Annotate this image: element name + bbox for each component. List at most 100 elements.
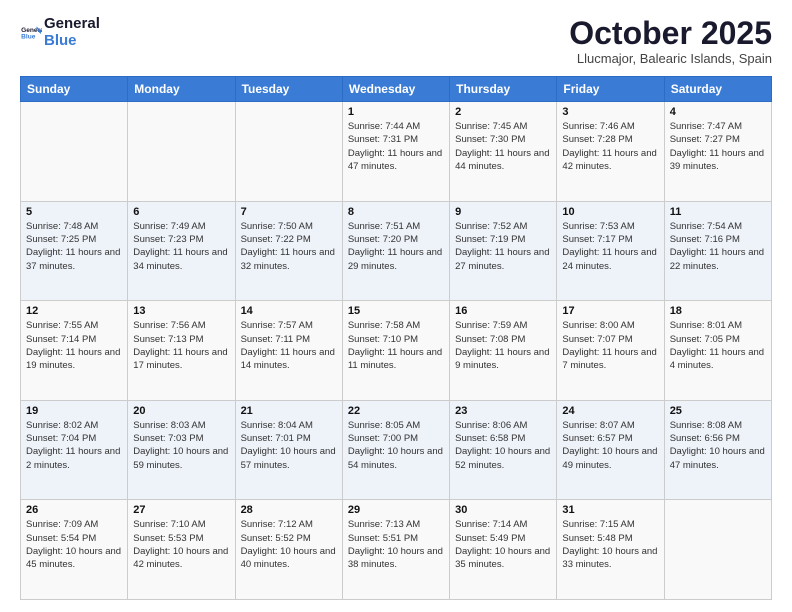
day-cell-31: 31Sunrise: 7:15 AM Sunset: 5:48 PM Dayli…	[557, 500, 664, 600]
day-info: Sunrise: 7:46 AM Sunset: 7:28 PM Dayligh…	[562, 120, 658, 173]
day-cell-15: 15 Sunrise: 7:58 AM Sunset: 7:10 PM Dayli…	[342, 301, 449, 401]
day-number: 15	[348, 305, 444, 317]
day-number: 14	[241, 305, 337, 317]
day-info: Sunrise: 7:44 AM Sunset: 7:31 PM Dayligh…	[348, 120, 444, 173]
day-info: Sunrise: 7:14 AM Sunset: 5:49 PM Dayligh…	[455, 518, 551, 571]
weekday-header-tuesday: Tuesday	[235, 77, 342, 102]
day-info: Sunrise: 7:56 AM Sunset: 7:13 PM Dayligh…	[133, 319, 229, 372]
weekday-header-friday: Friday	[557, 77, 664, 102]
day-number: 11	[670, 206, 766, 218]
day-number: 4	[670, 106, 766, 118]
day-cell-3: 3Sunrise: 7:46 AM Sunset: 7:28 PM Daylig…	[557, 102, 664, 202]
weekday-header-saturday: Saturday	[664, 77, 771, 102]
day-number: 2	[455, 106, 551, 118]
day-info: Sunrise: 7:58 AM Sunset: 7:10 PM Dayligh…	[348, 319, 444, 372]
day-number: 1	[348, 106, 444, 118]
empty-cell	[21, 102, 128, 202]
day-info: Sunrise: 7:45 AM Sunset: 7:30 PM Dayligh…	[455, 120, 551, 173]
day-cell-28: 28 Sunrise: 7:12 AM Sunset: 5:52 PM Dayli…	[235, 500, 342, 600]
calendar-table: SundayMondayTuesdayWednesdayThursdayFrid…	[20, 76, 772, 600]
day-cell-2: 2 Sunrise: 7:45 AM Sunset: 7:30 PM Daylig…	[450, 102, 557, 202]
day-info: Sunrise: 8:06 AM Sunset: 6:58 PM Dayligh…	[455, 419, 551, 472]
logo-general-text: General	[44, 16, 100, 33]
day-info: Sunrise: 7:12 AM Sunset: 5:52 PM Dayligh…	[241, 518, 337, 571]
day-info: Sunrise: 7:09 AM Sunset: 5:54 PM Dayligh…	[26, 518, 122, 571]
day-number: 28	[241, 504, 337, 516]
day-info: Sunrise: 8:01 AM Sunset: 7:05 PM Dayligh…	[670, 319, 766, 372]
day-info: Sunrise: 8:04 AM Sunset: 7:01 PM Dayligh…	[241, 419, 337, 472]
header: General Blue General Blue October 2025 L…	[20, 16, 772, 66]
svg-text:Blue: Blue	[21, 33, 36, 40]
day-cell-22: 22 Sunrise: 8:05 AM Sunset: 7:00 PM Dayli…	[342, 400, 449, 500]
day-cell-20: 20 Sunrise: 8:03 AM Sunset: 7:03 PM Dayli…	[128, 400, 235, 500]
day-cell-9: 9 Sunrise: 7:52 AM Sunset: 7:19 PM Daylig…	[450, 201, 557, 301]
day-number: 24	[562, 405, 658, 417]
location: Llucmajor, Balearic Islands, Spain	[569, 51, 772, 66]
day-number: 13	[133, 305, 229, 317]
day-number: 9	[455, 206, 551, 218]
empty-cell	[235, 102, 342, 202]
week-row-5: 26Sunrise: 7:09 AM Sunset: 5:54 PM Dayli…	[21, 500, 772, 600]
day-number: 5	[26, 206, 122, 218]
day-cell-8: 8 Sunrise: 7:51 AM Sunset: 7:20 PM Daylig…	[342, 201, 449, 301]
page: General Blue General Blue October 2025 L…	[0, 0, 792, 612]
day-info: Sunrise: 8:03 AM Sunset: 7:03 PM Dayligh…	[133, 419, 229, 472]
day-info: Sunrise: 7:54 AM Sunset: 7:16 PM Dayligh…	[670, 220, 766, 273]
day-cell-30: 30 Sunrise: 7:14 AM Sunset: 5:49 PM Dayli…	[450, 500, 557, 600]
day-number: 20	[133, 405, 229, 417]
day-cell-26: 26Sunrise: 7:09 AM Sunset: 5:54 PM Dayli…	[21, 500, 128, 600]
day-info: Sunrise: 8:07 AM Sunset: 6:57 PM Dayligh…	[562, 419, 658, 472]
day-number: 30	[455, 504, 551, 516]
week-row-4: 19 Sunrise: 8:02 AM Sunset: 7:04 PM Dayli…	[21, 400, 772, 500]
day-cell-7: 7 Sunrise: 7:50 AM Sunset: 7:22 PM Daylig…	[235, 201, 342, 301]
weekday-header-wednesday: Wednesday	[342, 77, 449, 102]
week-row-1: 1 Sunrise: 7:44 AM Sunset: 7:31 PM Daylig…	[21, 102, 772, 202]
day-number: 17	[562, 305, 658, 317]
logo-icon: General Blue	[20, 22, 42, 44]
day-cell-14: 14 Sunrise: 7:57 AM Sunset: 7:11 PM Dayli…	[235, 301, 342, 401]
day-cell-5: 5 Sunrise: 7:48 AM Sunset: 7:25 PM Daylig…	[21, 201, 128, 301]
day-info: Sunrise: 7:49 AM Sunset: 7:23 PM Dayligh…	[133, 220, 229, 273]
day-cell-27: 27Sunrise: 7:10 AM Sunset: 5:53 PM Dayli…	[128, 500, 235, 600]
day-number: 18	[670, 305, 766, 317]
day-cell-6: 6Sunrise: 7:49 AM Sunset: 7:23 PM Daylig…	[128, 201, 235, 301]
day-info: Sunrise: 7:50 AM Sunset: 7:22 PM Dayligh…	[241, 220, 337, 273]
day-info: Sunrise: 7:51 AM Sunset: 7:20 PM Dayligh…	[348, 220, 444, 273]
logo-blue-text: Blue	[44, 33, 100, 50]
logo: General Blue General Blue	[20, 16, 100, 49]
day-number: 27	[133, 504, 229, 516]
day-cell-4: 4 Sunrise: 7:47 AM Sunset: 7:27 PM Daylig…	[664, 102, 771, 202]
day-info: Sunrise: 7:48 AM Sunset: 7:25 PM Dayligh…	[26, 220, 122, 273]
day-number: 21	[241, 405, 337, 417]
day-info: Sunrise: 8:02 AM Sunset: 7:04 PM Dayligh…	[26, 419, 122, 472]
day-cell-29: 29Sunrise: 7:13 AM Sunset: 5:51 PM Dayli…	[342, 500, 449, 600]
day-info: Sunrise: 7:55 AM Sunset: 7:14 PM Dayligh…	[26, 319, 122, 372]
day-cell-11: 11 Sunrise: 7:54 AM Sunset: 7:16 PM Dayli…	[664, 201, 771, 301]
day-number: 25	[670, 405, 766, 417]
day-info: Sunrise: 7:53 AM Sunset: 7:17 PM Dayligh…	[562, 220, 658, 273]
day-cell-19: 19 Sunrise: 8:02 AM Sunset: 7:04 PM Dayli…	[21, 400, 128, 500]
day-number: 8	[348, 206, 444, 218]
day-info: Sunrise: 7:57 AM Sunset: 7:11 PM Dayligh…	[241, 319, 337, 372]
day-info: Sunrise: 7:52 AM Sunset: 7:19 PM Dayligh…	[455, 220, 551, 273]
day-info: Sunrise: 7:47 AM Sunset: 7:27 PM Dayligh…	[670, 120, 766, 173]
day-cell-10: 10Sunrise: 7:53 AM Sunset: 7:17 PM Dayli…	[557, 201, 664, 301]
day-number: 23	[455, 405, 551, 417]
day-info: Sunrise: 8:08 AM Sunset: 6:56 PM Dayligh…	[670, 419, 766, 472]
day-cell-18: 18 Sunrise: 8:01 AM Sunset: 7:05 PM Dayli…	[664, 301, 771, 401]
day-number: 22	[348, 405, 444, 417]
title-block: October 2025 Llucmajor, Balearic Islands…	[569, 16, 772, 66]
weekday-header-row: SundayMondayTuesdayWednesdayThursdayFrid…	[21, 77, 772, 102]
month-title: October 2025	[569, 16, 772, 51]
weekday-header-sunday: Sunday	[21, 77, 128, 102]
day-info: Sunrise: 7:13 AM Sunset: 5:51 PM Dayligh…	[348, 518, 444, 571]
empty-cell	[128, 102, 235, 202]
day-cell-1: 1 Sunrise: 7:44 AM Sunset: 7:31 PM Daylig…	[342, 102, 449, 202]
day-info: Sunrise: 7:59 AM Sunset: 7:08 PM Dayligh…	[455, 319, 551, 372]
day-info: Sunrise: 8:05 AM Sunset: 7:00 PM Dayligh…	[348, 419, 444, 472]
empty-cell	[664, 500, 771, 600]
week-row-3: 12Sunrise: 7:55 AM Sunset: 7:14 PM Dayli…	[21, 301, 772, 401]
day-number: 19	[26, 405, 122, 417]
day-cell-16: 16Sunrise: 7:59 AM Sunset: 7:08 PM Dayli…	[450, 301, 557, 401]
day-number: 7	[241, 206, 337, 218]
